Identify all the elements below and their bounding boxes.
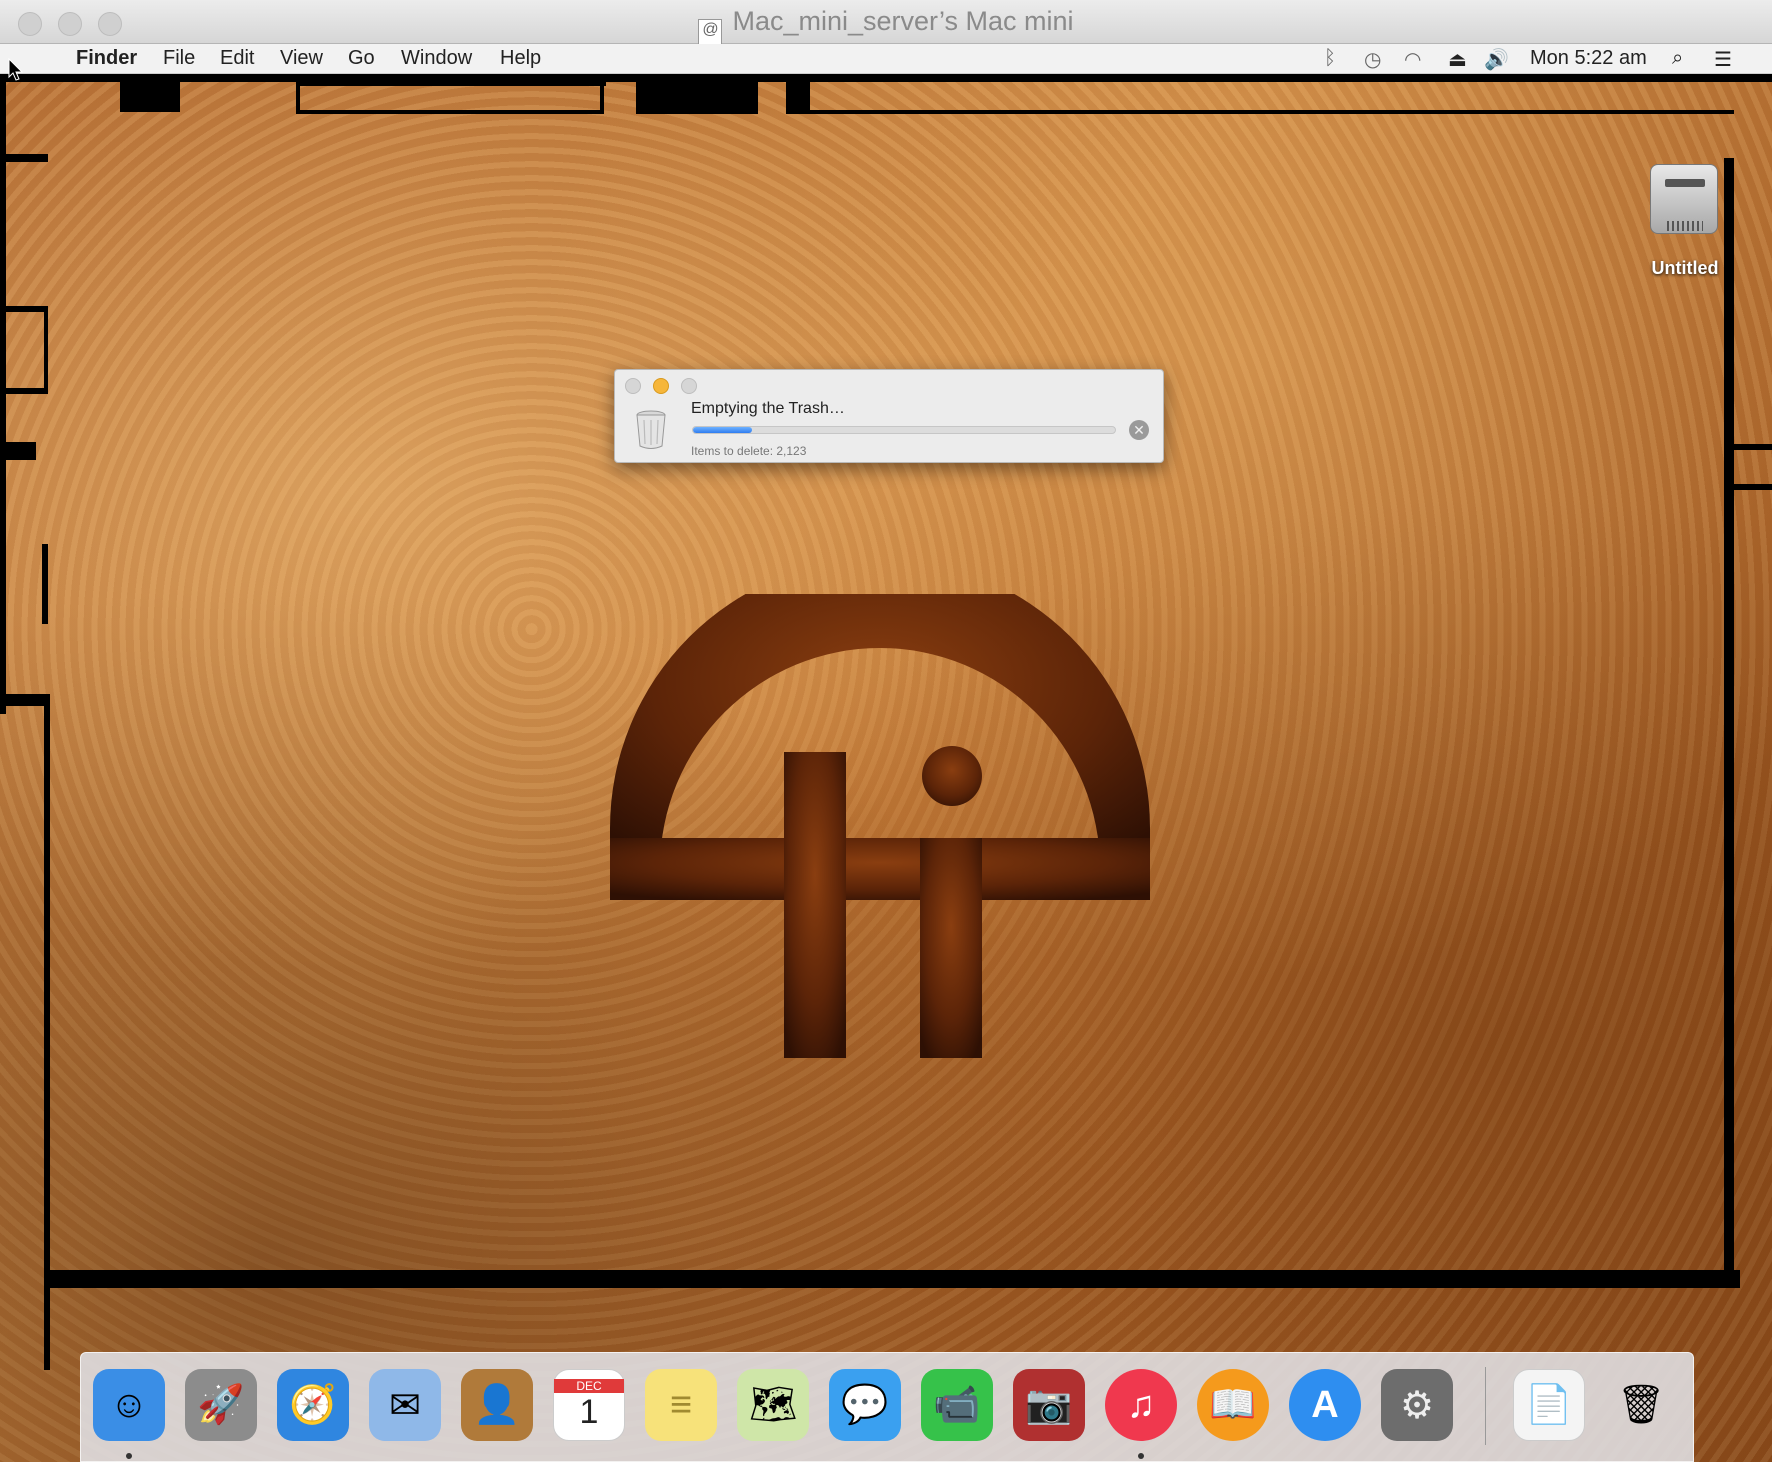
frame-artifact — [44, 306, 48, 392]
dock-itunes-icon[interactable]: ♫ — [1105, 1369, 1177, 1441]
dock-app-store-glyph: A — [1311, 1383, 1339, 1426]
dock-trash-glyph: 🗑 — [1616, 1384, 1666, 1426]
frame-artifact — [42, 544, 48, 624]
drive-label[interactable]: Untitled — [1620, 258, 1750, 279]
dock-mail-icon[interactable]: ✉ — [369, 1369, 441, 1441]
dock-safari-glyph: 🧭 — [289, 1384, 337, 1426]
menubar-clock[interactable]: Mon 5:22 am — [1530, 47, 1647, 70]
dock-contacts-icon[interactable]: 👤 — [461, 1369, 533, 1441]
window-titlebar[interactable]: @ Mac_mini_server’s Mac mini — [0, 0, 1772, 49]
logo-stem-left — [784, 752, 846, 1058]
dock-launchpad-icon[interactable]: 🚀 — [185, 1369, 257, 1441]
frame-line-left — [44, 694, 50, 1370]
dock-finder-glyph: ☺ — [109, 1383, 149, 1426]
window-title: @ Mac_mini_server’s Mac mini — [0, 6, 1772, 49]
frame-artifact — [0, 442, 36, 460]
dialog-minimize-button[interactable] — [653, 378, 669, 394]
menu-finder[interactable]: Finder — [76, 47, 137, 70]
calendar-month-label: DEC — [554, 1378, 624, 1393]
empty-trash-progress-window[interactable]: Emptying the Trash… ✕ Items to delete: 2… — [614, 369, 1164, 463]
logo-arc — [610, 594, 1150, 868]
menu-help[interactable]: Help — [500, 47, 541, 70]
dock-safari-icon[interactable]: 🧭 — [277, 1369, 349, 1441]
frame-artifact — [786, 82, 810, 114]
dock-maps-icon[interactable]: 🗺 — [737, 1369, 809, 1441]
logo-bar — [610, 838, 1150, 900]
dock-notes-glyph: ≡ — [669, 1383, 693, 1426]
progress-bar-fill — [693, 427, 753, 433]
menu-edit[interactable]: Edit — [220, 47, 254, 70]
dock-contacts-glyph: 👤 — [473, 1384, 521, 1426]
frame-artifact — [810, 110, 1734, 114]
frame-artifact — [0, 694, 48, 706]
desktop[interactable]: Untitled — [0, 74, 1772, 1462]
frame-edge-top — [0, 74, 1772, 82]
dock-messages-icon[interactable]: 💬 — [829, 1369, 901, 1441]
itunes-running-indicator — [1138, 1453, 1144, 1459]
dock-photo-booth-glyph: 📷 — [1025, 1384, 1073, 1426]
logo-stem-right — [920, 838, 982, 1058]
dock-launchpad-glyph: 🚀 — [197, 1384, 245, 1426]
dock: ☺ 🚀 🧭 ✉ 👤 DEC 1 ≡ 🗺 💬 📹 📷 ♫ 📖 A ⚙ 📄 🗑 — [80, 1352, 1694, 1462]
frame-artifact — [120, 74, 180, 112]
dock-calendar-icon[interactable]: DEC 1 — [553, 1369, 625, 1441]
dock-messages-glyph: 💬 — [841, 1384, 889, 1426]
menu-view[interactable]: View — [280, 47, 323, 70]
window-title-text: Mac_mini_server’s Mac mini — [732, 6, 1074, 36]
dialog-close-button[interactable] — [625, 378, 641, 394]
frame-line-bottom — [44, 1270, 1740, 1288]
frame-artifact — [0, 154, 48, 162]
dock-system-preferences-icon[interactable]: ⚙ — [1381, 1369, 1453, 1441]
frame-artifact — [1734, 444, 1772, 450]
dock-trash-icon[interactable]: 🗑 — [1605, 1369, 1677, 1441]
logo-dot — [922, 746, 982, 806]
dock-itunes-glyph: ♫ — [1126, 1383, 1156, 1426]
frame-artifact — [296, 82, 606, 86]
frame-artifact — [0, 388, 48, 394]
dock-facetime-glyph: 📹 — [933, 1384, 981, 1426]
wallpaper-logo — [610, 594, 1150, 1058]
dock-notes-icon[interactable]: ≡ — [645, 1369, 717, 1441]
dock-finder-icon[interactable]: ☺ — [93, 1369, 165, 1441]
menu-file[interactable]: File — [163, 47, 195, 70]
dock-app-store-icon[interactable]: A — [1289, 1369, 1361, 1441]
frame-artifact — [636, 74, 758, 114]
dialog-title: Emptying the Trash… — [691, 400, 845, 417]
items-to-delete-label: Items to delete: 2,123 — [691, 444, 807, 458]
dock-separator — [1485, 1367, 1486, 1445]
dock-ibooks-glyph: 📖 — [1209, 1384, 1257, 1426]
dock-facetime-icon[interactable]: 📹 — [921, 1369, 993, 1441]
mouse-pointer-icon — [8, 58, 24, 81]
frame-line-right — [1724, 158, 1734, 1288]
progress-bar — [692, 426, 1116, 434]
dock-system-preferences-glyph: ⚙ — [1399, 1384, 1435, 1427]
search-icon[interactable]: ⌕ — [1672, 47, 1683, 70]
dock-mail-glyph: ✉ — [389, 1384, 421, 1427]
frame-artifact — [0, 306, 48, 312]
volume-icon[interactable]: 🔊 — [1484, 47, 1509, 72]
stop-button[interactable]: ✕ — [1129, 420, 1149, 440]
calendar-day-label: 1 — [579, 1392, 599, 1431]
menu-bar: Finder File Edit View Go Window Help ᛒ ◷… — [0, 44, 1772, 74]
dock-maps-glyph: 🗺 — [748, 1384, 798, 1426]
wifi-icon[interactable]: ◠ — [1404, 47, 1421, 72]
document-stack-glyph: 📄 — [1525, 1384, 1573, 1426]
frame-artifact — [1734, 484, 1772, 490]
frame-edge-left — [0, 74, 6, 714]
hard-drive-icon[interactable] — [1648, 158, 1720, 250]
frame-artifact — [296, 110, 604, 114]
notification-center-icon[interactable]: ☰ — [1714, 47, 1732, 72]
bluetooth-icon[interactable]: ᛒ — [1324, 47, 1336, 70]
eject-icon[interactable]: ⏏ — [1448, 47, 1467, 72]
finder-running-indicator — [126, 1453, 132, 1459]
time-machine-icon[interactable]: ◷ — [1364, 47, 1381, 72]
dialog-zoom-button[interactable] — [681, 378, 697, 394]
trash-icon — [636, 410, 666, 449]
dock-ibooks-icon[interactable]: 📖 — [1197, 1369, 1269, 1441]
menu-go[interactable]: Go — [348, 47, 375, 70]
menu-window[interactable]: Window — [401, 47, 472, 70]
dock-photo-booth-icon[interactable]: 📷 — [1013, 1369, 1085, 1441]
dock-document-stack-icon[interactable]: 📄 — [1513, 1369, 1585, 1441]
